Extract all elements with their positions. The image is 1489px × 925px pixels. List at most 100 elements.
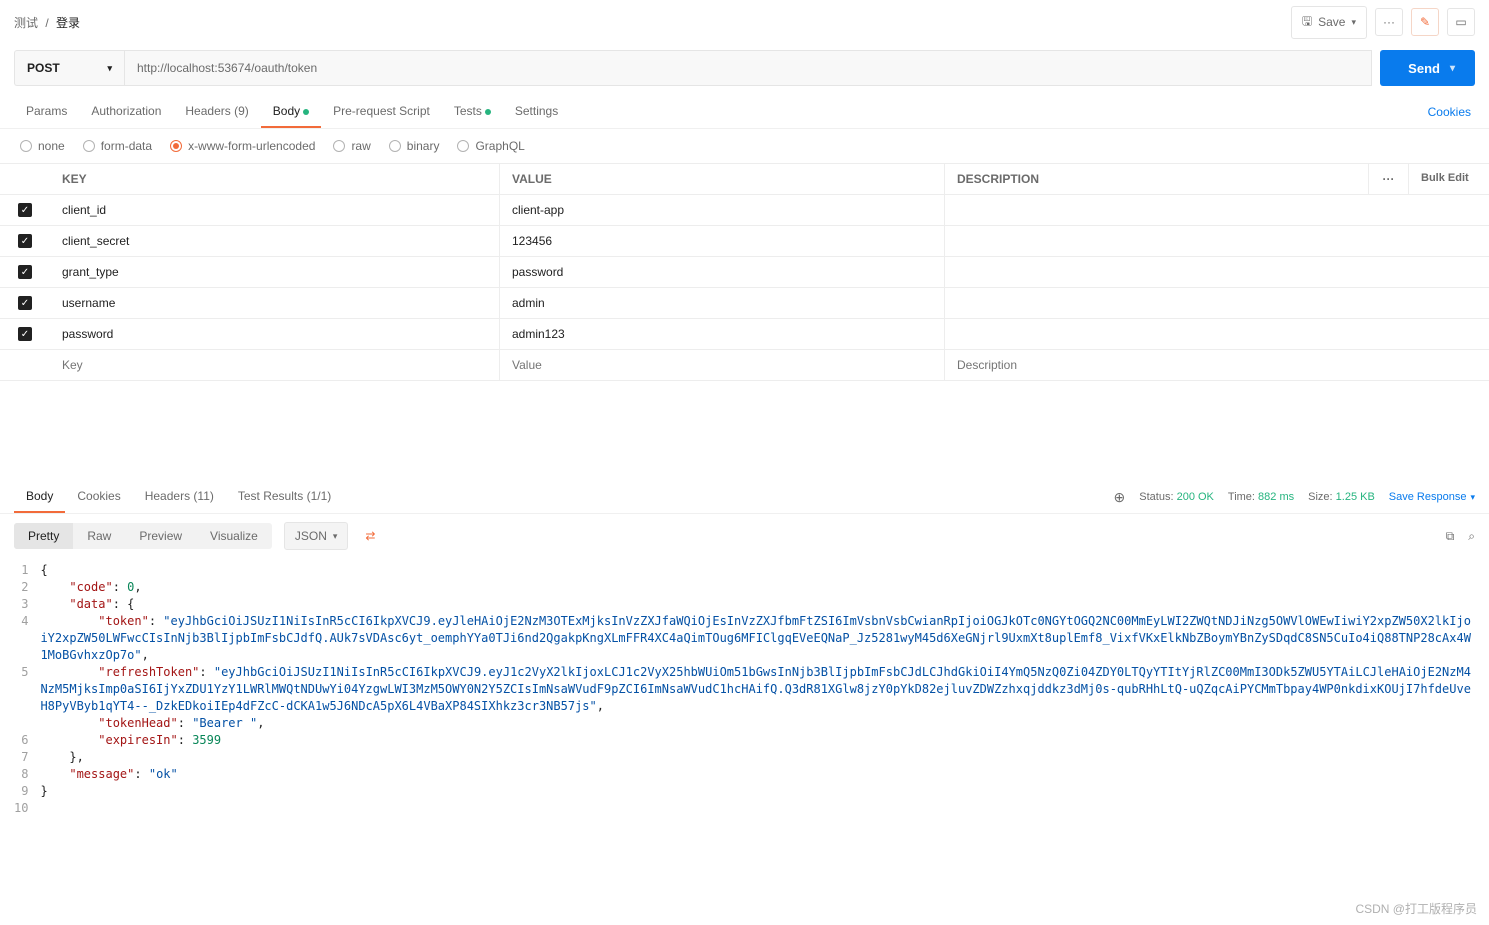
body-formdata[interactable]: form-data bbox=[83, 139, 152, 153]
table-row[interactable]: ✓ usernameadmin bbox=[0, 288, 1489, 319]
more-icon: ··· bbox=[1383, 15, 1395, 29]
cell-value[interactable]: admin123 bbox=[500, 319, 945, 349]
breadcrumb[interactable]: 测试 / 登录 bbox=[14, 14, 80, 31]
resp-tab-headers[interactable]: Headers (11) bbox=[133, 481, 226, 513]
chevron-down-icon: ▾ bbox=[333, 531, 338, 542]
cell-desc[interactable] bbox=[945, 195, 1489, 225]
tab-params[interactable]: Params bbox=[14, 96, 79, 128]
tab-headers[interactable]: Headers (9) bbox=[173, 96, 260, 128]
save-response[interactable]: Save Response ▾ bbox=[1389, 491, 1475, 503]
cell-value[interactable]: client-app bbox=[500, 195, 945, 225]
resp-headers-label: Headers bbox=[145, 489, 190, 503]
more-button[interactable]: ··· bbox=[1375, 8, 1403, 36]
checkbox[interactable]: ✓ bbox=[18, 327, 32, 341]
cell-key[interactable]: username bbox=[50, 288, 500, 318]
checkbox[interactable]: ✓ bbox=[18, 234, 32, 248]
cell-key[interactable]: client_id bbox=[50, 195, 500, 225]
radio-label: form-data bbox=[101, 139, 152, 153]
resp-tab-body[interactable]: Body bbox=[14, 481, 65, 513]
breadcrumb-sep: / bbox=[45, 16, 48, 30]
comment-button[interactable]: ▭ bbox=[1447, 8, 1475, 36]
wrap-button[interactable]: ⇄ bbox=[356, 522, 384, 550]
tab-prerequest[interactable]: Pre-request Script bbox=[321, 96, 442, 128]
cell-desc[interactable] bbox=[945, 319, 1489, 349]
globe-icon[interactable]: ⊕ bbox=[1114, 489, 1126, 506]
resp-tab-cookies[interactable]: Cookies bbox=[65, 481, 132, 513]
cookies-link[interactable]: Cookies bbox=[1424, 97, 1475, 127]
view-raw[interactable]: Raw bbox=[73, 523, 125, 549]
radio-label: x-www-form-urlencoded bbox=[188, 139, 315, 153]
body-graphql[interactable]: GraphQL bbox=[457, 139, 524, 153]
resp-tests-count: (1/1) bbox=[307, 489, 332, 503]
chevron-down-icon: ▾ bbox=[107, 63, 112, 74]
body-binary[interactable]: binary bbox=[389, 139, 440, 153]
save-button[interactable]: 🖫 Save ▾ bbox=[1291, 6, 1367, 39]
body-urlencoded[interactable]: x-www-form-urlencoded bbox=[170, 139, 315, 153]
cell-desc[interactable] bbox=[945, 226, 1489, 256]
cell-key[interactable]: grant_type bbox=[50, 257, 500, 287]
radio-icon bbox=[457, 140, 469, 152]
checkbox[interactable]: ✓ bbox=[18, 203, 32, 217]
search-icon[interactable]: ⌕ bbox=[1468, 529, 1475, 544]
radio-icon bbox=[83, 140, 95, 152]
resp-headers-count: (11) bbox=[193, 489, 213, 503]
key-input[interactable] bbox=[62, 358, 487, 372]
col-more[interactable]: ··· bbox=[1369, 164, 1409, 194]
resp-tab-tests[interactable]: Test Results (1/1) bbox=[226, 481, 343, 513]
save-icon: 🖫 bbox=[1302, 12, 1312, 33]
col-key: KEY bbox=[50, 164, 500, 194]
tab-authorization[interactable]: Authorization bbox=[79, 96, 173, 128]
dot-indicator bbox=[485, 109, 491, 115]
format-label: JSON bbox=[295, 529, 327, 543]
copy-icon[interactable]: ⧉ bbox=[1446, 529, 1455, 544]
checkbox[interactable]: ✓ bbox=[18, 265, 32, 279]
body-raw[interactable]: raw bbox=[333, 139, 370, 153]
breadcrumb-root[interactable]: 测试 bbox=[14, 16, 38, 30]
chevron-down-icon: ▾ bbox=[1351, 17, 1356, 28]
status: Status: 200 OK bbox=[1139, 491, 1214, 503]
col-desc: DESCRIPTION bbox=[945, 164, 1369, 194]
resp-tests-label: Test Results bbox=[238, 489, 303, 503]
format-select[interactable]: JSON ▾ bbox=[284, 522, 349, 550]
tab-settings[interactable]: Settings bbox=[503, 96, 570, 128]
table-row[interactable]: ✓ passwordadmin123 bbox=[0, 319, 1489, 350]
method-select[interactable]: POST ▾ bbox=[14, 50, 124, 86]
cell-desc[interactable] bbox=[945, 288, 1489, 318]
table-row[interactable]: ✓ client_idclient-app bbox=[0, 195, 1489, 226]
radio-icon bbox=[20, 140, 32, 152]
tab-headers-label: Headers bbox=[185, 104, 230, 118]
tab-tests-label: Tests bbox=[454, 104, 482, 118]
radio-icon bbox=[333, 140, 345, 152]
cell-key[interactable]: client_secret bbox=[50, 226, 500, 256]
time: Time: 882 ms bbox=[1228, 491, 1294, 503]
view-preview[interactable]: Preview bbox=[125, 523, 196, 549]
cell-value[interactable]: admin bbox=[500, 288, 945, 318]
tab-body-label: Body bbox=[273, 104, 300, 118]
value-input[interactable] bbox=[512, 358, 932, 372]
response-body[interactable]: { "code": 0, "data": { "token": "eyJhbGc… bbox=[40, 562, 1475, 817]
tab-body[interactable]: Body bbox=[261, 96, 321, 128]
cell-key[interactable]: password bbox=[50, 319, 500, 349]
breadcrumb-current[interactable]: 登录 bbox=[56, 16, 80, 30]
bulk-edit[interactable]: Bulk Edit bbox=[1409, 164, 1489, 194]
chevron-down-icon: ▾ bbox=[1470, 492, 1475, 503]
body-none[interactable]: none bbox=[20, 139, 65, 153]
cell-desc[interactable] bbox=[945, 257, 1489, 287]
table-row[interactable]: ✓ client_secret123456 bbox=[0, 226, 1489, 257]
tab-tests[interactable]: Tests bbox=[442, 96, 503, 128]
send-button[interactable]: Send ▾ bbox=[1380, 50, 1475, 86]
checkbox[interactable]: ✓ bbox=[18, 296, 32, 310]
dot-indicator bbox=[303, 109, 309, 115]
tab-headers-count: (9) bbox=[234, 104, 249, 118]
cell-value[interactable]: 123456 bbox=[500, 226, 945, 256]
desc-input[interactable] bbox=[957, 358, 1477, 372]
table-row[interactable]: ✓ grant_typepassword bbox=[0, 257, 1489, 288]
chevron-down-icon: ▾ bbox=[1450, 63, 1455, 74]
view-visualize[interactable]: Visualize bbox=[196, 523, 272, 549]
cell-value[interactable]: password bbox=[500, 257, 945, 287]
radio-icon bbox=[170, 140, 182, 152]
view-pretty[interactable]: Pretty bbox=[14, 523, 73, 549]
comment-icon: ▭ bbox=[1455, 15, 1466, 29]
edit-button[interactable]: ✎ bbox=[1411, 8, 1439, 36]
url-input[interactable] bbox=[124, 50, 1372, 86]
